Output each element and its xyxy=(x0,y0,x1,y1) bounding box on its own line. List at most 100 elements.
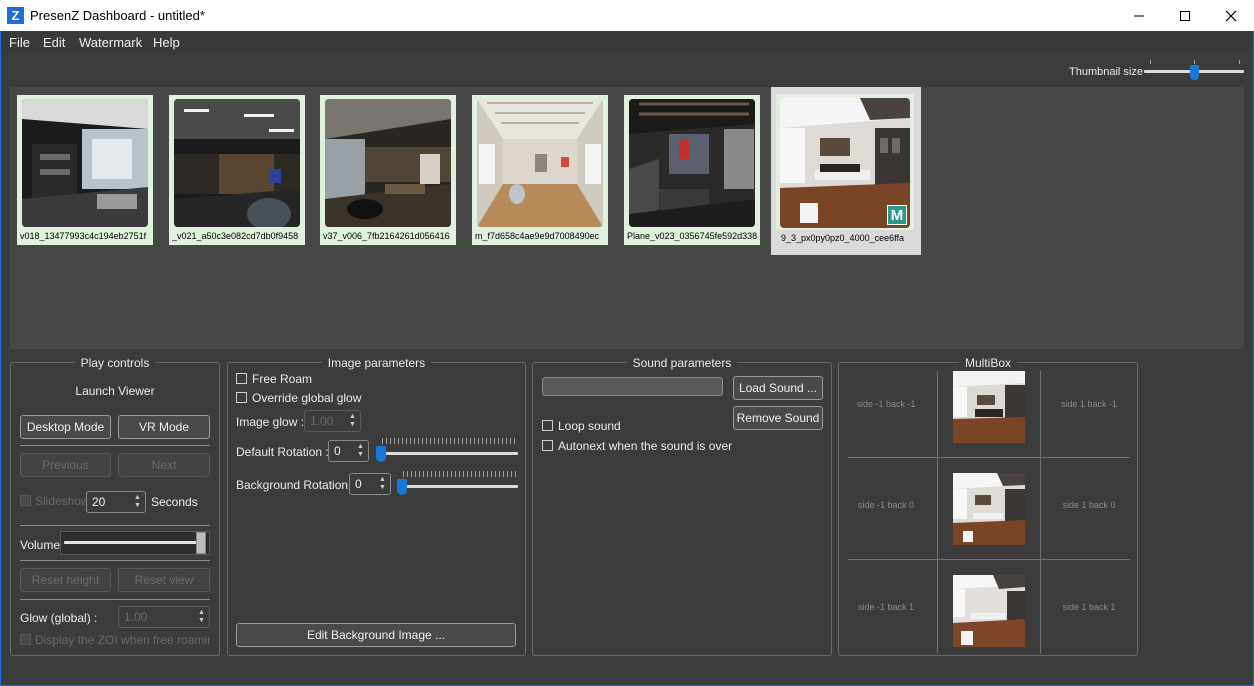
thumbnail-name: Plane_v023_0356745fe592d338 xyxy=(627,231,757,241)
multibox-image-back-0[interactable] xyxy=(953,473,1025,545)
thumbnail-image: M xyxy=(780,98,910,228)
image-parameters-title: Image parameters xyxy=(321,356,432,370)
next-button[interactable]: Next xyxy=(118,453,210,477)
glow-global-value: 1.00 xyxy=(124,610,148,624)
spin-arrows-icon: ▲ ▼ xyxy=(349,413,356,428)
reset-view-button[interactable]: Reset view xyxy=(118,568,210,592)
watermark-badge: M xyxy=(887,205,907,225)
multibox-cell-label: side -1 back 1 xyxy=(857,602,915,612)
image-glow-spinbox[interactable]: 1.00 ▲ ▼ xyxy=(304,410,361,432)
slideshow-seconds-value: 20 xyxy=(92,495,106,509)
volume-label: Volume xyxy=(20,538,61,552)
close-button[interactable] xyxy=(1208,0,1254,31)
background-rotation-spinbox[interactable]: 0 ▲ ▼ xyxy=(349,473,391,495)
thumbnail-item[interactable]: _v021_a50c3e082cd7db0f9458 xyxy=(169,95,305,245)
slideshow-label: Slideshow xyxy=(35,494,90,508)
background-rotation-slider[interactable] xyxy=(397,471,518,497)
display-zoi-label: Display the ZOI when free roaming xyxy=(35,633,211,647)
autonext-label: Autonext when the sound is over xyxy=(558,439,733,453)
thumbnail-item[interactable]: Plane_v023_0356745fe592d338 xyxy=(624,95,760,245)
thumbnail-image xyxy=(325,99,451,227)
volume-handle[interactable] xyxy=(195,532,206,554)
thumbnail-gallery: v018_13477993c4c194eb2751f _v021_a50c3e0… xyxy=(10,87,1244,349)
separator xyxy=(20,445,210,446)
sound-parameters-panel: Sound parameters Load Sound ... Remove S… xyxy=(532,356,832,656)
desktop-mode-button[interactable]: Desktop Mode xyxy=(20,415,111,439)
thumbnail-item[interactable]: v37_v006_7fb2164261d056416 xyxy=(320,95,456,245)
thumbnail-image xyxy=(477,99,603,227)
thumbnail-item-selected[interactable]: M 9_3_px0py0pz0_4000_cee6ffa xyxy=(771,87,921,255)
slideshow-seconds-spinbox[interactable]: 20 ▲ ▼ xyxy=(86,491,146,513)
display-zoi-checkbox[interactable] xyxy=(20,634,31,645)
maximize-button[interactable] xyxy=(1162,0,1208,31)
thumbnail-image xyxy=(174,99,300,227)
spin-arrows-icon: ▲ ▼ xyxy=(379,476,386,491)
volume-slider[interactable] xyxy=(60,531,210,555)
default-rotation-label: Default Rotation : xyxy=(236,445,329,459)
spin-arrows-icon: ▲ ▼ xyxy=(198,609,205,624)
seconds-label: Seconds xyxy=(151,495,198,509)
sound-file-field xyxy=(542,377,723,396)
app-logo-icon: Z xyxy=(7,7,24,24)
multibox-cell-label: side 1 back 1 xyxy=(1062,602,1116,612)
multibox-grid-line xyxy=(848,559,1130,560)
multibox-grid-line xyxy=(848,457,1130,458)
window-frame-left xyxy=(0,31,1,686)
vr-mode-button[interactable]: VR Mode xyxy=(118,415,210,439)
title-bar: Z PresenZ Dashboard - untitled* xyxy=(0,0,1254,31)
menu-help[interactable]: Help xyxy=(153,35,180,50)
multibox-image-back-1[interactable] xyxy=(953,575,1025,647)
menu-watermark[interactable]: Watermark xyxy=(79,35,142,50)
edit-background-button[interactable]: Edit Background Image ... xyxy=(236,623,516,647)
glow-global-spinbox[interactable]: 1.00 ▲ ▼ xyxy=(118,606,210,628)
multibox-panel: MultiBox side -1 back -1 side 1 back -1 … xyxy=(838,356,1138,656)
thumbnail-item[interactable]: v018_13477993c4c194eb2751f xyxy=(17,95,153,245)
remove-sound-button[interactable]: Remove Sound xyxy=(733,406,823,430)
play-controls-title: Play controls xyxy=(74,356,156,370)
multibox-grid-line xyxy=(937,371,938,654)
menu-bar: File Edit Watermark Help xyxy=(0,31,1254,53)
image-parameters-panel: Image parameters Free Roam Override glob… xyxy=(227,356,526,656)
thumbnail-size-label: Thumbnail size xyxy=(1069,66,1143,78)
thumbnail-item[interactable]: m_f7d658c4ae9e9d7008490ec xyxy=(472,95,608,245)
thumbnail-image xyxy=(629,99,755,227)
multibox-cell-label: side -1 back 0 xyxy=(857,500,915,510)
reset-height-button[interactable]: Reset height xyxy=(20,568,111,592)
menu-edit[interactable]: Edit xyxy=(43,35,65,50)
image-glow-value: 1.00 xyxy=(310,414,334,428)
maximize-icon xyxy=(1180,10,1190,21)
previous-button[interactable]: Previous xyxy=(20,453,111,477)
default-rotation-handle[interactable] xyxy=(376,446,386,462)
minimize-button[interactable] xyxy=(1116,0,1162,31)
separator xyxy=(20,560,210,561)
thumbnail-size-slider[interactable] xyxy=(1144,60,1244,82)
thumbnail-name: v018_13477993c4c194eb2751f xyxy=(20,231,147,241)
thumbnail-name: _v021_a50c3e082cd7db0f9458 xyxy=(172,231,299,241)
thumbnail-size-handle[interactable] xyxy=(1189,65,1199,80)
slideshow-checkbox[interactable] xyxy=(20,495,31,506)
background-rotation-handle[interactable] xyxy=(397,479,407,495)
override-glow-checkbox[interactable] xyxy=(236,392,247,403)
thumbnail-name: v37_v006_7fb2164261d056416 xyxy=(323,231,450,241)
default-rotation-spinbox[interactable]: 0 ▲ ▼ xyxy=(328,440,369,462)
thumbnail-image xyxy=(22,99,148,227)
background-rotation-label: Background Rotation : xyxy=(236,478,355,492)
multibox-image-back-minus1[interactable] xyxy=(953,371,1025,443)
multibox-title: MultiBox xyxy=(958,356,1017,370)
minimize-icon xyxy=(1134,15,1144,16)
thumbnail-name: 9_3_px0py0pz0_4000_cee6ffa xyxy=(781,233,904,243)
separator xyxy=(20,525,210,526)
thumbnail-name: m_f7d658c4ae9e9d7008490ec xyxy=(475,231,600,241)
spin-arrows-icon: ▲ ▼ xyxy=(134,494,141,509)
multibox-cell-label: side 1 back 0 xyxy=(1062,500,1116,510)
default-rotation-slider[interactable] xyxy=(376,438,518,464)
menu-file[interactable]: File xyxy=(9,35,30,50)
launch-viewer-label: Launch Viewer xyxy=(75,384,155,398)
image-glow-label: Image glow : xyxy=(236,415,305,429)
autonext-checkbox[interactable] xyxy=(542,440,553,451)
spin-arrows-icon: ▲ ▼ xyxy=(357,443,364,458)
loop-sound-checkbox[interactable] xyxy=(542,420,553,431)
multibox-cell-label: side 1 back -1 xyxy=(1060,399,1118,409)
free-roam-checkbox[interactable] xyxy=(236,373,247,384)
load-sound-button[interactable]: Load Sound ... xyxy=(733,376,823,400)
